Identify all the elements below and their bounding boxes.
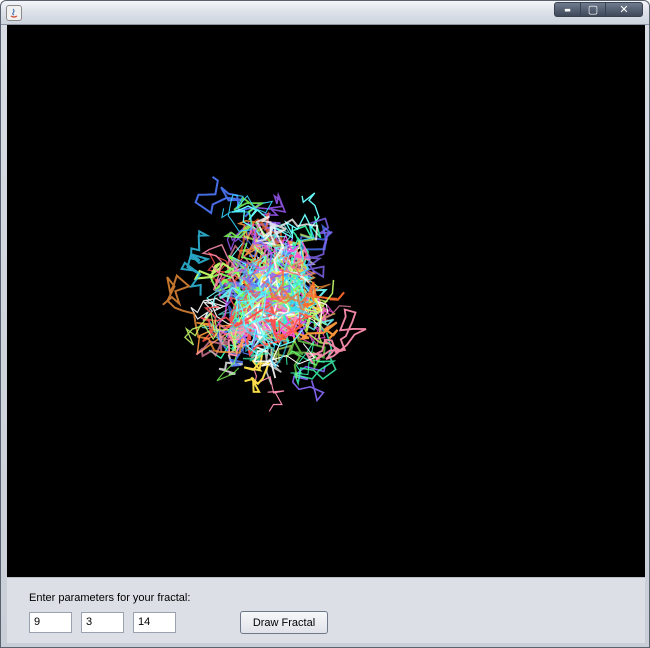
parameter-field-1[interactable]: 9 [29, 612, 72, 633]
maximize-icon: ▢ [587, 3, 599, 16]
parameter-panel: Enter parameters for your fractal: 9 3 1… [7, 577, 645, 643]
close-icon: ✕ [619, 3, 629, 16]
minimize-button[interactable]: ▬ [554, 2, 581, 17]
fractal-canvas [7, 25, 645, 577]
parameter-prompt: Enter parameters for your fractal: [29, 592, 191, 604]
draw-fractal-button[interactable]: Draw Fractal [240, 611, 328, 634]
fractal-walk [180, 229, 211, 296]
java-icon [6, 5, 22, 21]
app-window: ▬ ▢ ✕ Enter parameters for your fractal:… [0, 0, 650, 648]
maximize-button[interactable]: ▢ [580, 2, 606, 17]
close-button[interactable]: ✕ [605, 2, 643, 17]
parameter-field-2[interactable]: 3 [81, 612, 124, 633]
minimize-icon: ▬ [564, 5, 571, 14]
title-bar[interactable]: ▬ ▢ ✕ [1, 1, 649, 25]
fractal-drawing [162, 175, 367, 412]
parameter-field-3[interactable]: 14 [133, 612, 176, 633]
